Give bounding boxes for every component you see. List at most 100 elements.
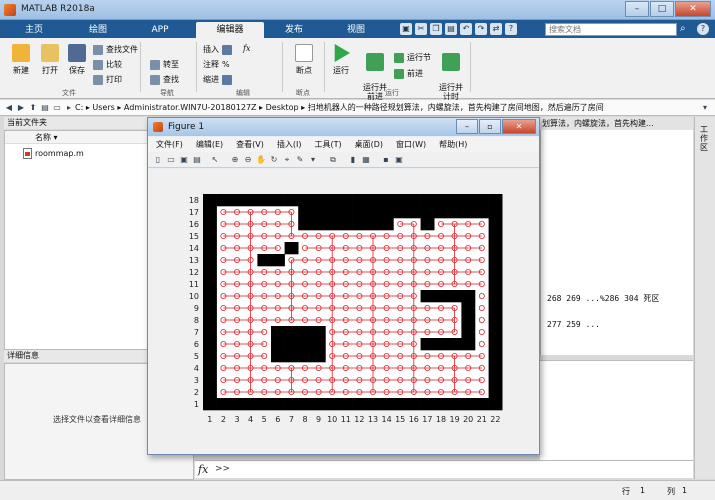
tab-apps[interactable]: APP xyxy=(132,22,188,38)
compare-button[interactable]: 比较 xyxy=(93,59,122,70)
wall-cell xyxy=(339,218,353,231)
print-button[interactable]: 打印 xyxy=(93,74,122,85)
x-tick-label: 13 xyxy=(368,415,378,424)
editor-panel[interactable]: 268 269 ...%286 304 死区 277 259 ... xyxy=(540,130,693,355)
wall-cell xyxy=(434,206,449,219)
folder-icon[interactable]: ▭ xyxy=(52,103,62,113)
menu-insert[interactable]: 插入(I) xyxy=(277,137,302,152)
advance-button[interactable]: 前进 xyxy=(394,68,423,79)
command-history-panel xyxy=(540,360,693,460)
open-button[interactable]: 打开 xyxy=(38,44,62,76)
menu-window[interactable]: 窗口(W) xyxy=(396,137,426,152)
find-button[interactable]: 查找 xyxy=(150,74,179,85)
new-figure-icon[interactable]: ▯ xyxy=(153,155,163,165)
wall-cell xyxy=(203,326,217,339)
workspace-panel[interactable]: 工作区 xyxy=(694,117,715,479)
wall-cell xyxy=(379,218,394,231)
indent-button[interactable]: 缩进 xyxy=(203,74,232,85)
menu-tools[interactable]: 工具(T) xyxy=(314,137,341,152)
brush-icon[interactable]: ✎ xyxy=(295,155,305,165)
up-folder-icon[interactable]: ⬆ xyxy=(28,103,38,113)
save-icon[interactable]: ▣ xyxy=(400,23,412,35)
y-tick-label: 18 xyxy=(189,196,199,205)
workspace-label: 工作区 xyxy=(700,125,708,152)
wall-cell xyxy=(447,398,462,411)
run-section-button[interactable]: 运行节 xyxy=(394,52,431,63)
insert-button[interactable]: 插入 xyxy=(203,44,232,55)
y-tick-label: 12 xyxy=(189,268,199,277)
wall-cell xyxy=(203,386,217,399)
search-docs-input[interactable]: 搜索文档 xyxy=(545,23,677,36)
redo-icon[interactable]: ↷ xyxy=(475,23,487,35)
figure-close-button[interactable]: ✕ xyxy=(502,119,536,134)
print-figure-icon[interactable]: ▤ xyxy=(192,155,202,165)
editor-tab[interactable]: 划算法，内螺旋法，首先构建... xyxy=(540,117,693,130)
menu-edit[interactable]: 编辑(E) xyxy=(196,137,223,152)
colorbar-icon[interactable]: ▮ xyxy=(348,155,358,165)
brush-dropdown-icon[interactable]: ▾ xyxy=(308,155,318,165)
file-item[interactable]: roommap.m xyxy=(23,148,84,159)
hide-plot-tools-icon[interactable]: ▪ xyxy=(381,155,391,165)
zoom-out-icon[interactable]: ⊖ xyxy=(243,155,253,165)
tab-editor[interactable]: 编辑器 xyxy=(196,22,264,38)
pan-icon[interactable]: ✋ xyxy=(256,155,266,165)
command-window[interactable]: fx >> xyxy=(195,460,693,478)
path-breadcrumb[interactable]: C: ▸ Users ▸ Administrator.WIN7U-2018012… xyxy=(75,102,604,113)
comment-button[interactable]: 注释% xyxy=(203,59,230,70)
menu-file[interactable]: 文件(F) xyxy=(156,137,183,152)
forward-icon[interactable]: ▶ xyxy=(16,103,26,113)
paste-icon[interactable]: ▤ xyxy=(445,23,457,35)
help-small-icon[interactable]: ? xyxy=(505,23,517,35)
x-tick-label: 5 xyxy=(262,415,267,424)
select-arrow-icon[interactable]: ↖ xyxy=(210,155,220,165)
figure-window: Figure 1 – ▫ ✕ 文件(F) 编辑(E) 查看(V) 插入(I) 工… xyxy=(147,117,540,455)
fx-icon[interactable]: fx xyxy=(198,463,208,476)
link-plot-icon[interactable]: ⧉ xyxy=(328,155,338,165)
back-icon[interactable]: ◀ xyxy=(4,103,14,113)
save-button[interactable]: 保存 xyxy=(66,44,88,76)
show-plot-tools-icon[interactable]: ▣ xyxy=(394,155,404,165)
copy-icon[interactable]: ❐ xyxy=(430,23,442,35)
switch-windows-icon[interactable]: ⇄ xyxy=(490,23,502,35)
wall-cell xyxy=(257,398,272,411)
run-button[interactable]: 运行 xyxy=(329,44,353,76)
help-icon[interactable]: ? xyxy=(697,23,709,35)
tab-home[interactable]: 主页 xyxy=(4,22,64,38)
menu-help[interactable]: 帮助(H) xyxy=(439,137,467,152)
rotate-icon[interactable]: ↻ xyxy=(269,155,279,165)
data-cursor-icon[interactable]: ⌖ xyxy=(282,155,292,165)
breakpoints-button[interactable]: 断点 xyxy=(290,44,318,76)
figure-minimize-button[interactable]: – xyxy=(456,119,478,134)
current-folder-path-bar: ◀ ▶ ⬆ ▤ ▭ ▸ C: ▸ Users ▸ Administrator.W… xyxy=(0,100,715,116)
zoom-in-icon[interactable]: ⊕ xyxy=(230,155,240,165)
save-figure-icon[interactable]: ▣ xyxy=(179,155,189,165)
run-and-time-button[interactable]: 运行并 计时 xyxy=(438,44,464,101)
goto-button[interactable]: 转至 xyxy=(150,59,179,70)
tab-publish[interactable]: 发布 xyxy=(264,22,324,38)
menu-view[interactable]: 查看(V) xyxy=(236,137,264,152)
open-file-icon[interactable]: ▭ xyxy=(166,155,176,165)
menu-desktop[interactable]: 桌面(D) xyxy=(355,137,383,152)
close-button[interactable]: ✕ xyxy=(675,1,711,17)
find-files-button[interactable]: 查找文件 xyxy=(93,44,138,55)
room-map-plot[interactable]: 1234567891011121314151617181 2 3 4 5 6 7 8 9 10 11… xyxy=(148,169,539,454)
maximize-button[interactable]: □ xyxy=(650,1,674,17)
figure-restore-button[interactable]: ▫ xyxy=(479,119,501,134)
wall-cell xyxy=(488,266,503,279)
wall-cell xyxy=(311,194,326,207)
undo-icon[interactable]: ↶ xyxy=(460,23,472,35)
legend-icon[interactable]: ▦ xyxy=(361,155,371,165)
path-dropdown-icon[interactable]: ▾ xyxy=(700,103,710,113)
new-button[interactable]: 新建 xyxy=(8,44,34,76)
group-label-navigate: 导航 xyxy=(160,89,174,97)
minimize-button[interactable]: – xyxy=(625,1,649,17)
cut-icon[interactable]: ✂ xyxy=(415,23,427,35)
tab-view[interactable]: 视图 xyxy=(328,22,384,38)
search-icon[interactable]: ⌕ xyxy=(680,23,692,35)
wall-cell xyxy=(393,398,408,411)
x-tick-label: 11 xyxy=(341,415,351,424)
browse-folder-icon[interactable]: ▤ xyxy=(40,103,50,113)
wall-cell xyxy=(420,398,435,411)
tab-plots[interactable]: 绘图 xyxy=(68,22,128,38)
insert-function-button[interactable]: fx xyxy=(243,44,250,53)
